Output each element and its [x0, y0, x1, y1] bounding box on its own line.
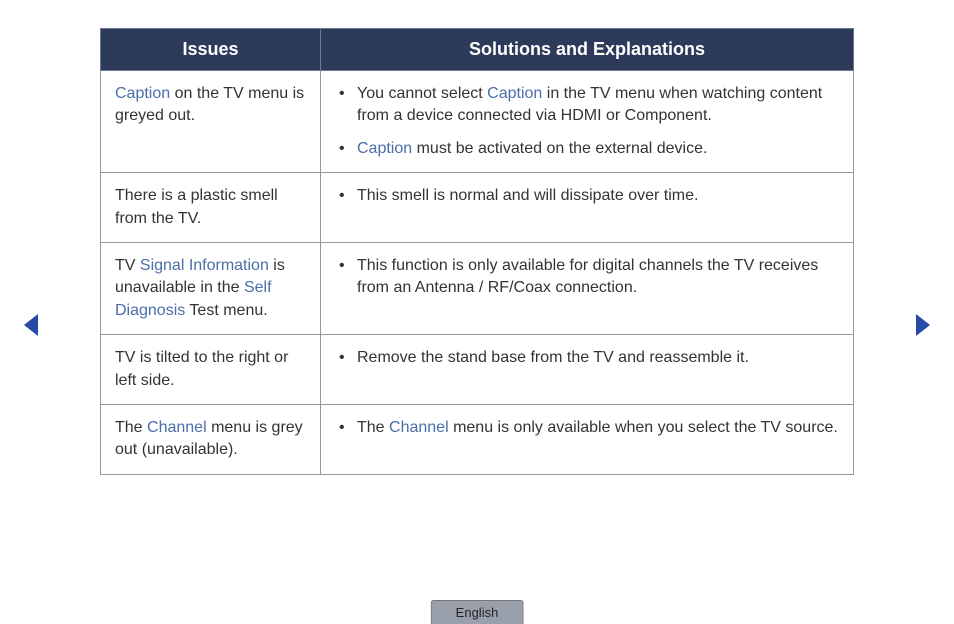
solution-cell: This function is only available for digi… — [321, 242, 854, 334]
solution-item: This function is only available for digi… — [335, 255, 839, 300]
troubleshooting-table: Issues Solutions and Explanations Captio… — [100, 28, 854, 475]
solution-cell: Remove the stand base from the TV and re… — [321, 335, 854, 405]
table-row: Caption on the TV menu is greyed out. You… — [101, 71, 854, 173]
language-tab[interactable]: English — [431, 600, 524, 624]
issue-cell: TV is tilted to the right or left side. — [101, 335, 321, 405]
solution-item: You cannot select Caption in the TV menu… — [335, 83, 839, 128]
nav-next-icon[interactable] — [916, 314, 930, 336]
issue-cell: The Channel menu is grey out (unavailabl… — [101, 404, 321, 474]
solution-item: Remove the stand base from the TV and re… — [335, 347, 839, 369]
header-solutions: Solutions and Explanations — [321, 29, 854, 71]
solution-cell: You cannot select Caption in the TV menu… — [321, 71, 854, 173]
issue-cell: There is a plastic smell from the TV. — [101, 173, 321, 243]
troubleshooting-table-container: Issues Solutions and Explanations Captio… — [100, 28, 854, 475]
nav-previous-icon[interactable] — [24, 314, 38, 336]
solution-item: The Channel menu is only available when … — [335, 417, 839, 439]
header-issues: Issues — [101, 29, 321, 71]
solution-item: Caption must be activated on the externa… — [335, 138, 839, 160]
table-row: TV Signal Information is unavailable in … — [101, 242, 854, 334]
solution-item: This smell is normal and will dissipate … — [335, 185, 839, 207]
table-row: The Channel menu is grey out (unavailabl… — [101, 404, 854, 474]
issue-cell: Caption on the TV menu is greyed out. — [101, 71, 321, 173]
solution-cell: The Channel menu is only available when … — [321, 404, 854, 474]
table-row: There is a plastic smell from the TV. Thi… — [101, 173, 854, 243]
table-row: TV is tilted to the right or left side. R… — [101, 335, 854, 405]
issue-cell: TV Signal Information is unavailable in … — [101, 242, 321, 334]
solution-cell: This smell is normal and will dissipate … — [321, 173, 854, 243]
